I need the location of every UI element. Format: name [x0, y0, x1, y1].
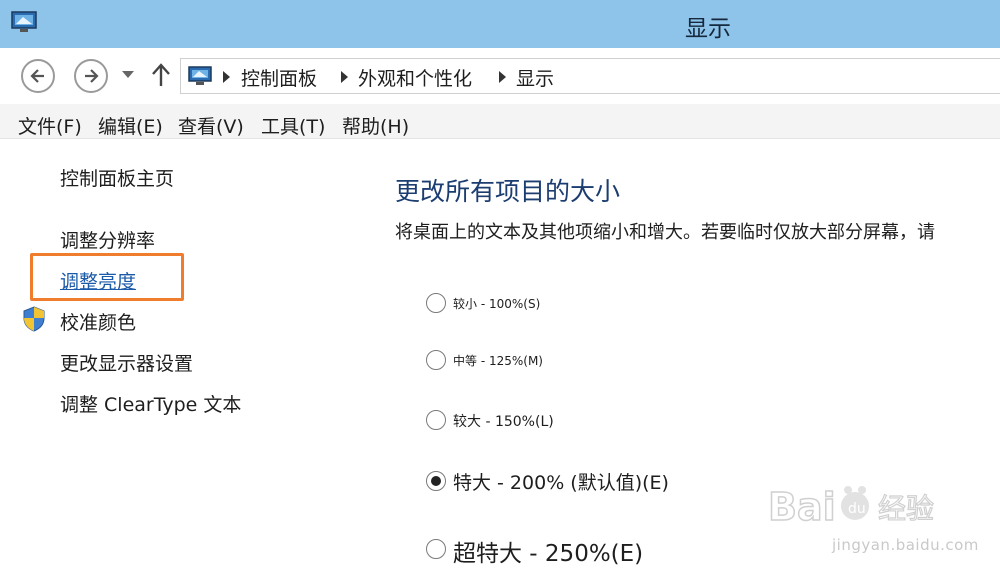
sidebar-item-calibrate-color[interactable]: 校准颜色 — [60, 308, 136, 335]
watermark-url: jingyan.baidu.com — [832, 536, 979, 554]
menu-help[interactable]: 帮助(H) — [342, 112, 409, 139]
radio-smaller[interactable] — [426, 293, 446, 313]
page-title: 更改所有项目的大小 — [395, 177, 621, 206]
sidebar-item-control-panel-home[interactable]: 控制面板主页 — [60, 164, 174, 191]
back-arrow-icon — [30, 69, 44, 83]
breadcrumb-chevron-icon — [341, 71, 348, 83]
baidu-watermark-logo: Bai du 经验 — [768, 484, 935, 530]
sidebar-item-adjust-resolution[interactable]: 调整分辨率 — [60, 226, 155, 253]
radio-extra-large[interactable] — [426, 471, 446, 491]
radio-medium[interactable] — [426, 350, 446, 370]
menu-tools[interactable]: 工具(T) — [261, 112, 325, 139]
back-button[interactable] — [21, 59, 55, 93]
up-arrow-icon[interactable] — [150, 62, 172, 88]
svg-text:du: du — [848, 501, 866, 517]
radio-extra-extra-large[interactable] — [426, 539, 446, 559]
control-panel-icon — [188, 66, 212, 85]
breadcrumb-item[interactable]: 显示 — [516, 64, 554, 91]
breadcrumb-item[interactable]: 外观和个性化 — [358, 64, 472, 91]
window-title: 显示 — [685, 16, 731, 42]
sidebar-item-adjust-brightness[interactable]: 调整亮度 — [60, 267, 136, 294]
option-label-extra-large[interactable]: 特大 - 200% (默认值)(E) — [453, 468, 669, 495]
address-bar[interactable]: 控制面板 外观和个性化 显示 — [180, 58, 1000, 94]
option-label-larger[interactable]: 较大 - 150%(L) — [453, 411, 554, 431]
recent-locations-dropdown-icon[interactable] — [121, 70, 135, 80]
forward-button[interactable] — [74, 59, 108, 93]
display-icon — [11, 11, 37, 32]
svg-text:Bai: Bai — [768, 485, 836, 529]
svg-text:经验: 经验 — [878, 492, 934, 525]
title-bar: 显示 — [0, 0, 1000, 48]
page-description: 将桌面上的文本及其他项缩小和增大。若要临时仅放大部分屏幕，请 — [395, 222, 935, 243]
menu-file[interactable]: 文件(F) — [18, 112, 82, 139]
breadcrumb-chevron-icon — [223, 71, 230, 83]
forward-arrow-icon — [85, 69, 99, 83]
breadcrumb-item[interactable]: 控制面板 — [241, 64, 317, 91]
breadcrumb-chevron-icon — [499, 71, 506, 83]
menu-edit[interactable]: 编辑(E) — [98, 112, 163, 139]
menu-view[interactable]: 查看(V) — [178, 112, 244, 139]
radio-larger[interactable] — [426, 410, 446, 430]
menu-bar: 文件(F) 编辑(E) 查看(V) 工具(T) 帮助(H) — [0, 104, 1000, 139]
sidebar-item-adjust-cleartype[interactable]: 调整 ClearType 文本 — [60, 390, 241, 417]
option-label-medium[interactable]: 中等 - 125%(M) — [453, 352, 543, 369]
shield-icon — [23, 306, 45, 332]
option-label-extra-extra-large[interactable]: 超特大 - 250%(E) — [453, 534, 643, 568]
option-label-smaller[interactable]: 较小 - 100%(S) — [453, 295, 540, 312]
sidebar-item-change-display-settings[interactable]: 更改显示器设置 — [60, 349, 193, 376]
